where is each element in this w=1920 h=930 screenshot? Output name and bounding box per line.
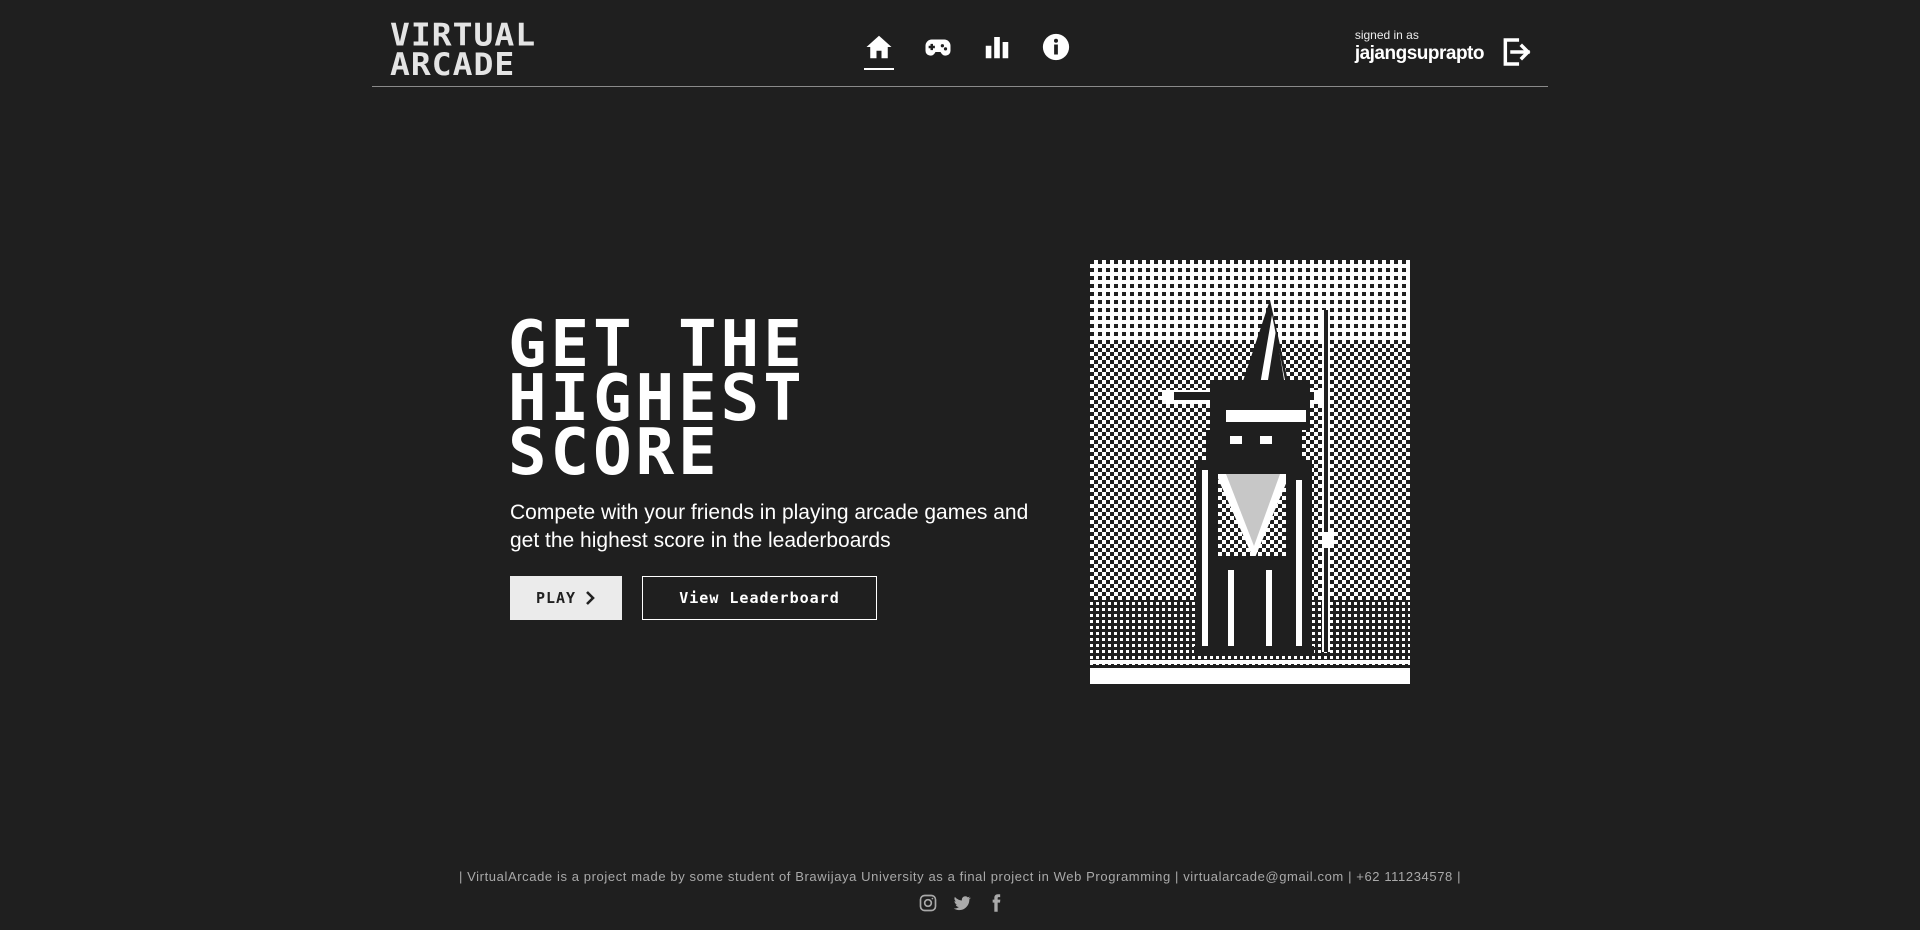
play-button-label: PLAY: [535, 589, 577, 607]
nav-home[interactable]: [862, 32, 896, 70]
logo[interactable]: VIRTUAL ARCADE: [390, 19, 536, 83]
home-icon: [866, 35, 892, 59]
username: jajangsuprapto: [1354, 43, 1485, 64]
logout-button[interactable]: [1500, 36, 1532, 68]
logout-icon: [1503, 38, 1531, 66]
instagram-icon: [919, 894, 937, 912]
main-nav: [862, 32, 1073, 70]
twitter-link[interactable]: [952, 893, 972, 913]
pixel-wizard-art: [1090, 260, 1410, 684]
chevron-right-icon: [586, 591, 595, 605]
page: VIRTUAL ARCADE signed in as jajangsuprap…: [0, 0, 1920, 930]
pixel-art-canvas: [1090, 260, 1410, 684]
facebook-icon: [992, 894, 1001, 912]
logo-line-2: ARCADE: [390, 45, 516, 83]
nav-games[interactable]: [921, 32, 955, 70]
play-button[interactable]: PLAY: [510, 576, 622, 620]
view-leaderboard-button[interactable]: View Leaderboard: [642, 576, 877, 620]
hero-subtitle: Compete with your friends in playing arc…: [510, 501, 1029, 552]
info-icon: [1042, 33, 1070, 61]
gamepad-icon: [925, 39, 951, 56]
top-navbar: VIRTUAL ARCADE signed in as jajangsuprap…: [372, 0, 1548, 87]
footer-text: | VirtualArcade is a project made by som…: [458, 869, 1462, 884]
facebook-link[interactable]: [986, 893, 1006, 913]
hero-title: GET THE HIGHEST SCORE: [508, 313, 928, 490]
hero-title-line-3: SCORE: [508, 416, 721, 490]
signed-in-caption: signed in as: [1354, 28, 1419, 42]
view-leaderboard-label: View Leaderboard: [679, 589, 840, 607]
nav-leaderboard[interactable]: [980, 32, 1014, 70]
bar-chart-icon: [985, 37, 1009, 59]
hero-actions: PLAY View Leaderboard: [510, 576, 877, 620]
instagram-link[interactable]: [918, 893, 938, 913]
twitter-icon: [953, 896, 971, 911]
social-links: [918, 893, 1006, 913]
nav-about[interactable]: [1039, 32, 1073, 70]
user-info: signed in as jajangsuprapto: [1354, 28, 1485, 66]
